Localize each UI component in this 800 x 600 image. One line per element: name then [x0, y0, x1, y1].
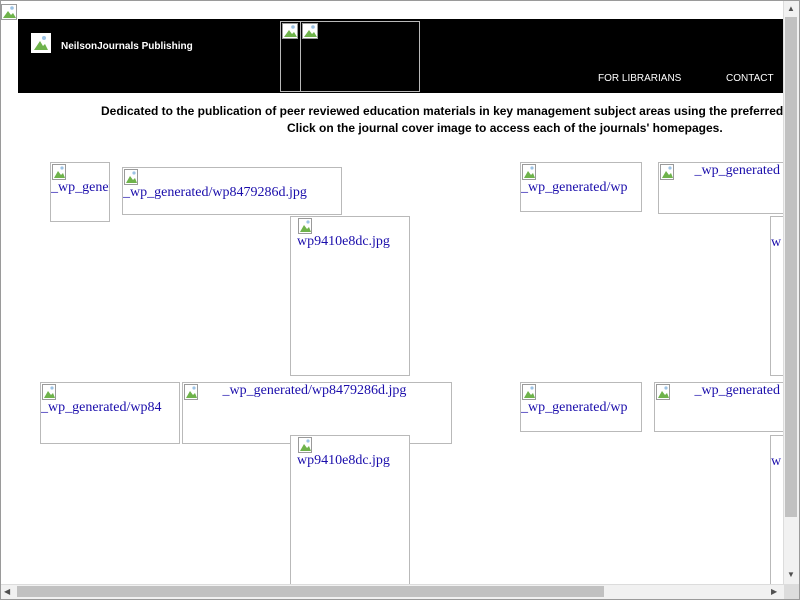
- journal-cover-image[interactable]: wp9410e8dc.jpg: [290, 435, 410, 585]
- broken-image-icon: [656, 384, 670, 400]
- horizontal-scroll-thumb[interactable]: [17, 586, 604, 597]
- image-alt-text: _wp_generated/wp84: [41, 400, 162, 415]
- broken-image-icon: [52, 164, 66, 180]
- journal-cover-image[interactable]: w: [770, 435, 784, 585]
- image-alt-text: _wp_generated: [694, 383, 781, 398]
- image-alt-text: _wp_generated/wp8479286d.jpg: [123, 185, 307, 200]
- scroll-left-arrow-icon[interactable]: ◀: [4, 588, 10, 596]
- image-alt-text: _wp_generated/wp: [521, 400, 628, 415]
- image-alt-text: _wp_gener: [51, 180, 110, 195]
- image-alt-text: _wp_generated/wp: [521, 180, 628, 195]
- broken-image-icon: [42, 384, 56, 400]
- logo-image[interactable]: [31, 33, 51, 53]
- scroll-down-arrow-icon[interactable]: ▼: [787, 571, 795, 579]
- journal-cover-image[interactable]: _wp_generated/wp: [520, 162, 642, 212]
- image-alt-text: wp9410e8dc.jpg: [297, 453, 390, 468]
- nav-link-for-librarians[interactable]: FOR LIBRARIANS: [598, 73, 681, 84]
- header-banner-image: [280, 21, 420, 92]
- journal-cover-image[interactable]: _wp_gener: [50, 162, 110, 222]
- nav-link-contact[interactable]: CONTACT: [726, 73, 774, 84]
- broken-image-icon: [124, 169, 138, 185]
- image-alt-text: w: [771, 235, 782, 250]
- header-banner-divider: [300, 21, 301, 92]
- scrollbar-corner: [784, 584, 799, 599]
- scroll-up-arrow-icon[interactable]: ▲: [787, 5, 795, 13]
- broken-image-icon: [522, 384, 536, 400]
- journal-cover-image[interactable]: wp9410e8dc.jpg: [290, 216, 410, 376]
- broken-image-icon: [660, 164, 674, 180]
- journal-cover-image[interactable]: _wp_generated: [658, 162, 784, 214]
- image-alt-text: _wp_generated: [694, 163, 781, 178]
- intro-text-line1: Dedicated to the publication of peer rev…: [101, 104, 784, 118]
- broken-image-icon: [282, 23, 298, 44]
- image-alt-text: w: [771, 454, 782, 469]
- broken-image-icon: [522, 164, 536, 180]
- broken-image-icon: [184, 384, 198, 400]
- broken-image-icon: [302, 23, 318, 44]
- journal-cover-image[interactable]: _wp_generated/wp8479286d.jpg: [122, 167, 342, 215]
- broken-image-icon: [298, 218, 312, 234]
- image-alt-text: wp9410e8dc.jpg: [297, 234, 390, 249]
- broken-image-icon: [1, 4, 18, 26]
- journal-cover-image[interactable]: _wp_generated/wp: [520, 382, 642, 432]
- scroll-right-arrow-icon[interactable]: ▶: [771, 588, 777, 596]
- journal-cover-image[interactable]: _wp_generated: [654, 382, 784, 432]
- vertical-scroll-thumb[interactable]: [785, 17, 797, 517]
- journal-cover-image[interactable]: w: [770, 216, 784, 376]
- journal-cover-image[interactable]: _wp_generated/wp84: [40, 382, 180, 444]
- intro-text-line2: Click on the journal cover image to acce…: [287, 121, 723, 135]
- image-alt-text: _wp_generated/wp8479286d.jpg: [222, 383, 407, 398]
- broken-image-icon: [298, 437, 312, 453]
- site-title: NeilsonJournals Publishing: [61, 41, 193, 52]
